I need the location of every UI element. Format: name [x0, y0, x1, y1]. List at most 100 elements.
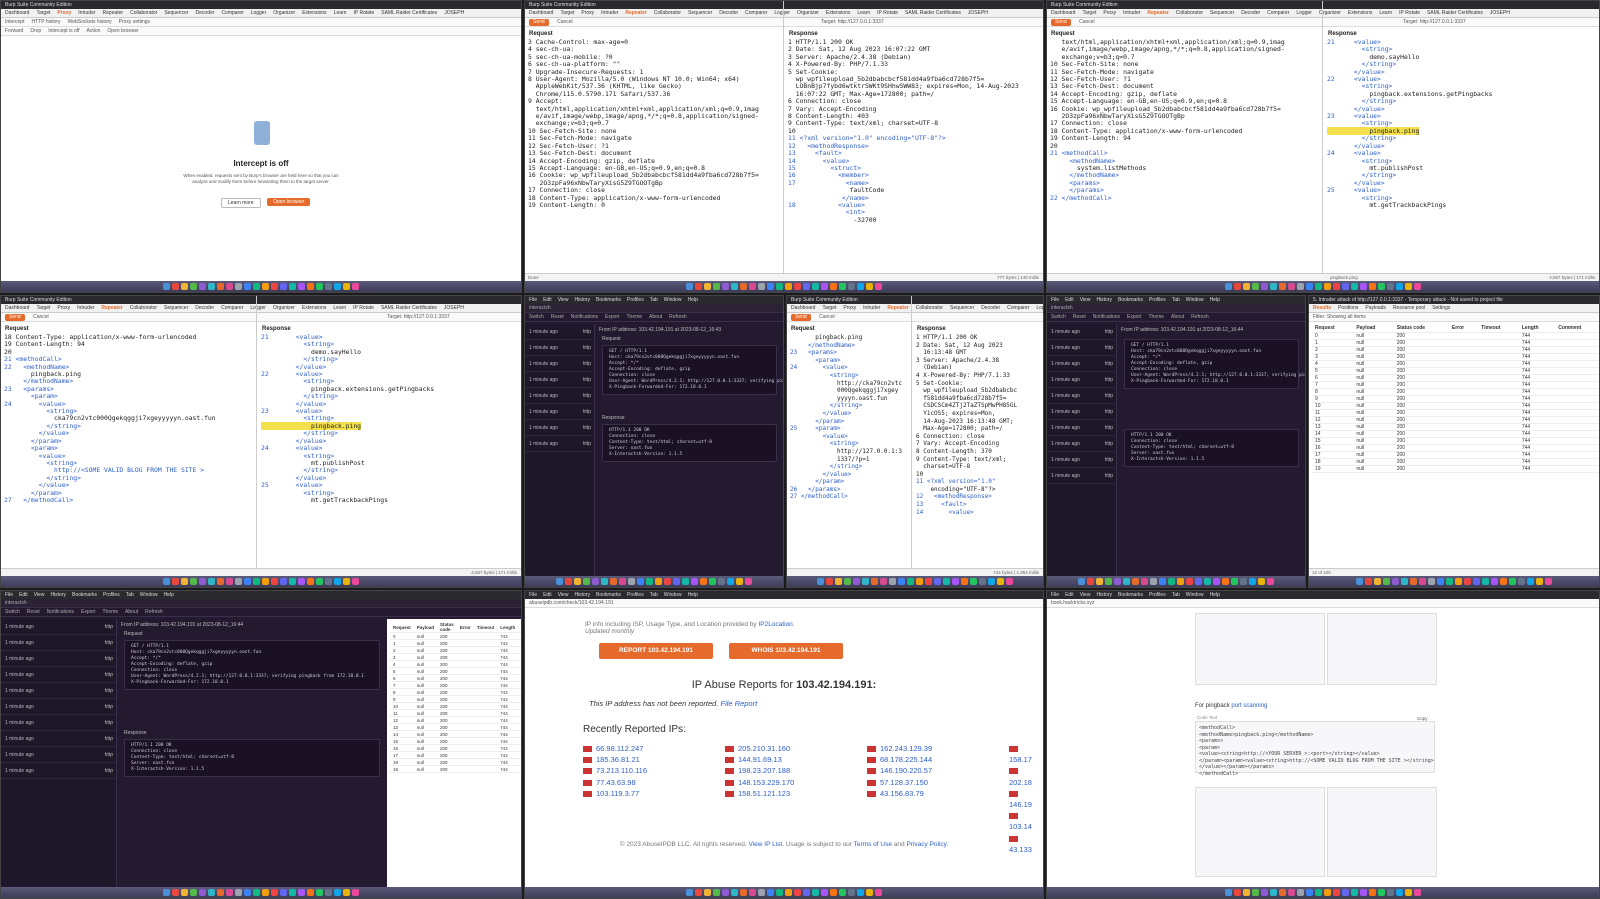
dock-app-icon[interactable]	[1401, 578, 1408, 585]
dock-app-icon[interactable]	[1545, 578, 1552, 585]
dock-app-icon[interactable]	[1096, 578, 1103, 585]
dock-app-icon[interactable]	[1252, 283, 1259, 290]
table-row[interactable]: 5 null 200 744	[1312, 367, 1599, 375]
request-editor[interactable]: pingback.ping </methodName> 23 <params> <…	[787, 334, 911, 501]
main-tab-8[interactable]: Comparer	[221, 305, 243, 311]
browser-menu-3[interactable]: History	[574, 592, 590, 598]
dock-app-icon[interactable]	[1369, 283, 1376, 290]
dock-app-icon[interactable]	[821, 889, 828, 896]
table-row[interactable]: 4 null 200 744	[1312, 360, 1599, 368]
dock-app-icon[interactable]	[253, 889, 260, 896]
copy-code-button[interactable]: Copy	[1417, 716, 1428, 721]
dock-app-icon[interactable]	[1500, 578, 1507, 585]
browser-menu-6[interactable]: Tab	[650, 592, 658, 598]
dock-app-icon[interactable]	[740, 889, 747, 896]
dock-app-icon[interactable]	[1351, 889, 1358, 896]
main-tab-4[interactable]: Repeater	[1147, 10, 1168, 16]
recent-ip-link[interactable]: 148.153.229.170	[725, 777, 794, 788]
dock-app-icon[interactable]	[1141, 578, 1148, 585]
main-tab-0[interactable]: Dashboard	[5, 305, 29, 311]
main-tab-6[interactable]: Sequencer	[164, 305, 188, 311]
table-row[interactable]: 0 null 200 744	[1312, 332, 1599, 340]
main-tab-11[interactable]: Extensions	[302, 305, 326, 311]
dock-app-icon[interactable]	[686, 283, 693, 290]
dock-app-icon[interactable]	[181, 889, 188, 896]
dock-app-icon[interactable]	[839, 889, 846, 896]
intercept-control-4[interactable]: Open browser	[107, 28, 138, 34]
dock-app-icon[interactable]	[208, 889, 215, 896]
main-tab-0[interactable]: Dashboard	[5, 10, 29, 16]
main-tab-5[interactable]: Collaborator	[130, 10, 157, 16]
table-row[interactable]: 7 null 200 744	[390, 681, 521, 689]
dock-app-icon[interactable]	[226, 889, 233, 896]
dock-app-icon[interactable]	[709, 578, 716, 585]
main-tab-8[interactable]: Comparer	[221, 10, 243, 16]
dock-app-icon[interactable]	[1288, 889, 1295, 896]
recent-ip-link[interactable]: 205.210.31.160	[725, 743, 794, 754]
main-tab-2[interactable]: Proxy	[57, 10, 71, 16]
dock-app-icon[interactable]	[325, 578, 332, 585]
main-tab-3[interactable]: Intruder	[78, 10, 95, 16]
dock-app-icon[interactable]	[628, 578, 635, 585]
dock-app-icon[interactable]	[298, 283, 305, 290]
dock-app-icon[interactable]	[803, 889, 810, 896]
browser-menu-3[interactable]: History	[1096, 297, 1112, 303]
dock-app-icon[interactable]	[1419, 578, 1426, 585]
recent-ip-link[interactable]: 146.190.220.57	[867, 765, 932, 776]
main-tab-14[interactable]: SAML Raider Certificates	[381, 305, 437, 311]
dock-app-icon[interactable]	[1204, 578, 1211, 585]
main-tab-14[interactable]: SAML Raider Certificates	[905, 10, 961, 16]
recent-ip-link[interactable]: 158.17	[1009, 743, 1043, 765]
table-row[interactable]: 6 null 200 744	[390, 674, 521, 682]
table-row[interactable]: 19 null 200 744	[390, 765, 521, 773]
interactsh-action-5[interactable]: About	[125, 609, 138, 615]
dock-app-icon[interactable]	[988, 578, 995, 585]
main-tab-1[interactable]: Target	[36, 10, 50, 16]
main-tab-13[interactable]: IP Rotate	[353, 305, 374, 311]
browser-menu-6[interactable]: Tab	[1172, 297, 1180, 303]
dock-app-icon[interactable]	[1168, 578, 1175, 585]
browser-menu-7[interactable]: Window	[140, 592, 158, 598]
browser-menu-0[interactable]: File	[1051, 592, 1059, 598]
whois-ip-button[interactable]: WHOIS 103.42.194.191	[729, 643, 843, 659]
column-header[interactable]: Payload	[413, 622, 438, 633]
intercept-control-3[interactable]: Action	[87, 28, 101, 34]
interaction-row[interactable]: 1 minute ago http	[525, 356, 594, 372]
main-tab-2[interactable]: Proxy	[1103, 10, 1116, 16]
interaction-row[interactable]: 1 minute ago http	[525, 340, 594, 356]
main-tab-6[interactable]: Sequencer	[1210, 10, 1234, 16]
main-tab-14[interactable]: SAML Raider Certificates	[381, 10, 437, 16]
dock-app-icon[interactable]	[1105, 578, 1112, 585]
interactsh-action-5[interactable]: About	[1171, 314, 1184, 320]
main-tab-4[interactable]: Repeater	[101, 305, 122, 311]
main-tab-3[interactable]: Intruder	[601, 10, 618, 16]
dock-app-icon[interactable]	[556, 578, 563, 585]
table-row[interactable]: 5 null 200 744	[390, 667, 521, 675]
recent-ip-link[interactable]: 57.128.37.150	[867, 777, 932, 788]
main-tab-11[interactable]: Extensions	[302, 10, 326, 16]
browser-menu-7[interactable]: Window	[1186, 297, 1204, 303]
recent-ip-link[interactable]: 103.14	[1009, 810, 1043, 832]
interaction-row[interactable]: 1 minute ago http	[1047, 404, 1116, 420]
dock-app-icon[interactable]	[1306, 283, 1313, 290]
main-tab-1[interactable]: Target	[36, 305, 50, 311]
dock-app-icon[interactable]	[722, 283, 729, 290]
dock-app-icon[interactable]	[1249, 578, 1256, 585]
dock-app-icon[interactable]	[1414, 283, 1421, 290]
dock-app-icon[interactable]	[262, 889, 269, 896]
main-tab-2[interactable]: Proxy	[57, 305, 70, 311]
interaction-row[interactable]: 1 minute ago http	[1047, 324, 1116, 340]
interaction-row[interactable]: 1 minute ago http	[1047, 372, 1116, 388]
dock-app-icon[interactable]	[1231, 578, 1238, 585]
browser-menu-2[interactable]: View	[558, 592, 569, 598]
interactsh-action-2[interactable]: Notifications	[571, 314, 598, 320]
main-tab-3[interactable]: Intruder	[1123, 10, 1140, 16]
main-tab-3[interactable]: Intruder	[77, 305, 94, 311]
main-tab-12[interactable]: Learn	[857, 10, 870, 16]
dock-app-icon[interactable]	[1464, 578, 1471, 585]
dock-app-icon[interactable]	[1405, 283, 1412, 290]
interactsh-action-6[interactable]: Refresh	[1191, 314, 1209, 320]
dock-app-icon[interactable]	[1333, 889, 1340, 896]
interactsh-action-1[interactable]: Reset	[27, 609, 40, 615]
recent-ip-link[interactable]: 43.156.83.79	[867, 788, 932, 799]
